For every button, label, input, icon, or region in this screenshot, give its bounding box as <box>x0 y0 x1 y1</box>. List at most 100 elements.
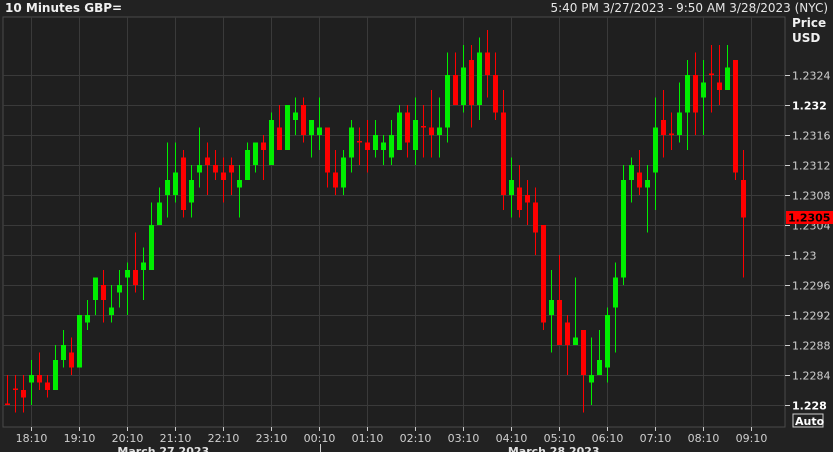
candle-down <box>181 150 186 218</box>
candle-body <box>685 75 690 113</box>
candle-body <box>725 67 730 90</box>
candle-body <box>565 322 570 345</box>
candle-body <box>213 165 218 173</box>
candle-body <box>261 142 266 150</box>
y-tick-label: 1.2292 <box>792 310 831 323</box>
y-axis: 1.23241.2321.23161.23121.23081.23041.231… <box>785 70 831 413</box>
candle-body <box>357 141 362 143</box>
candle-body <box>541 225 546 323</box>
candle-body <box>245 150 250 180</box>
candle-body <box>605 315 610 368</box>
x-tick-label: 02:10 <box>400 432 432 445</box>
auto-scale-button[interactable]: Auto <box>792 413 825 428</box>
candle-body <box>661 120 666 135</box>
candle-body <box>437 127 442 135</box>
candle-body <box>301 105 306 135</box>
candle-body <box>93 277 98 300</box>
candle-body <box>445 75 450 128</box>
candle-body <box>533 202 538 233</box>
candle-body <box>293 112 298 120</box>
candle-body <box>229 165 234 173</box>
candle-body <box>125 270 130 278</box>
candle-body <box>181 157 186 210</box>
candle-body <box>157 202 162 225</box>
y-tick-label: 1.232 <box>792 100 827 113</box>
x-tick-label: 00:10 <box>304 432 336 445</box>
candle-body <box>253 142 258 165</box>
candle-body <box>693 75 698 113</box>
axis-title-currency: USD <box>792 31 820 45</box>
candle-body <box>589 375 594 383</box>
last-price-label: 1.2305 <box>788 212 830 225</box>
time-range: 5:40 PM 3/27/2023 - 9:50 AM 3/28/2023 (N… <box>550 1 828 15</box>
candle-down <box>541 225 546 330</box>
candle-body <box>717 82 722 90</box>
y-tick-label: 1.2316 <box>792 130 831 143</box>
candle-body <box>477 52 482 105</box>
x-tick-label: 20:10 <box>112 432 144 445</box>
candle-body <box>525 195 530 203</box>
candle-body <box>29 375 34 383</box>
x-tick-label: 22:10 <box>208 432 240 445</box>
candle-down <box>733 60 738 180</box>
candle-body <box>189 180 194 203</box>
y-tick-label: 1.2308 <box>792 190 831 203</box>
y-tick-label: 1.23 <box>792 250 817 263</box>
candle-body <box>149 225 154 270</box>
candle-body <box>101 285 106 300</box>
candle-body <box>85 315 90 323</box>
candle-body <box>21 390 26 398</box>
candle-body <box>557 300 562 345</box>
x-tick-label: 19:10 <box>64 432 96 445</box>
candle-body <box>517 187 522 210</box>
x-tick-label: 05:10 <box>544 432 576 445</box>
candle-body <box>581 330 586 375</box>
candle-body <box>173 172 178 195</box>
candle-body <box>629 165 634 180</box>
candle-body <box>197 165 202 173</box>
candle-body <box>501 112 506 195</box>
x-tick-label: 04:10 <box>496 432 528 445</box>
candle-body <box>461 67 466 105</box>
candle-body <box>45 382 50 390</box>
candle-body <box>733 60 738 173</box>
x-tick-label: 06:10 <box>592 432 624 445</box>
candle-body <box>485 52 490 75</box>
y-tick-label: 1.2324 <box>792 70 831 83</box>
candle-body <box>285 105 290 150</box>
candle-body <box>53 360 58 390</box>
x-tick-label: 09:10 <box>736 432 768 445</box>
candle-body <box>509 180 514 195</box>
candle-body <box>309 120 314 135</box>
candle-body <box>621 180 626 278</box>
x-tick-label: 03:10 <box>448 432 480 445</box>
candle-body <box>645 180 650 188</box>
auto-scale-label: Auto <box>795 415 825 428</box>
x-tick-label: 07:10 <box>640 432 672 445</box>
candle-up <box>285 105 290 150</box>
candle-body <box>493 75 498 113</box>
candle-body <box>365 142 370 150</box>
candle-body <box>325 127 330 173</box>
y-tick-label: 1.2284 <box>792 370 831 383</box>
candle-body <box>77 315 82 368</box>
candle-body <box>677 112 682 135</box>
candle-body <box>653 127 658 173</box>
candle-body <box>549 300 554 315</box>
chart-title: 10 Minutes GBP= <box>5 1 122 15</box>
x-axis: 18:10 19:10 20:10 21:10 22:10 23:10 00:10 01:10… <box>16 427 768 452</box>
candle-body <box>69 352 74 368</box>
candle-body <box>13 388 18 390</box>
axis-title-price: Price <box>792 16 826 30</box>
candle-body <box>373 135 378 150</box>
y-tick-label: 1.2312 <box>792 160 831 173</box>
candle-body <box>413 120 418 150</box>
candle-body <box>421 126 426 128</box>
candle-body <box>37 375 42 383</box>
candle-body <box>469 60 474 105</box>
plot-area[interactable] <box>2 16 786 428</box>
x-tick-label: 18:10 <box>16 432 48 445</box>
x-tick-label: 08:10 <box>688 432 720 445</box>
candle-body <box>5 403 10 405</box>
y-tick-label: 1.2296 <box>792 280 831 293</box>
